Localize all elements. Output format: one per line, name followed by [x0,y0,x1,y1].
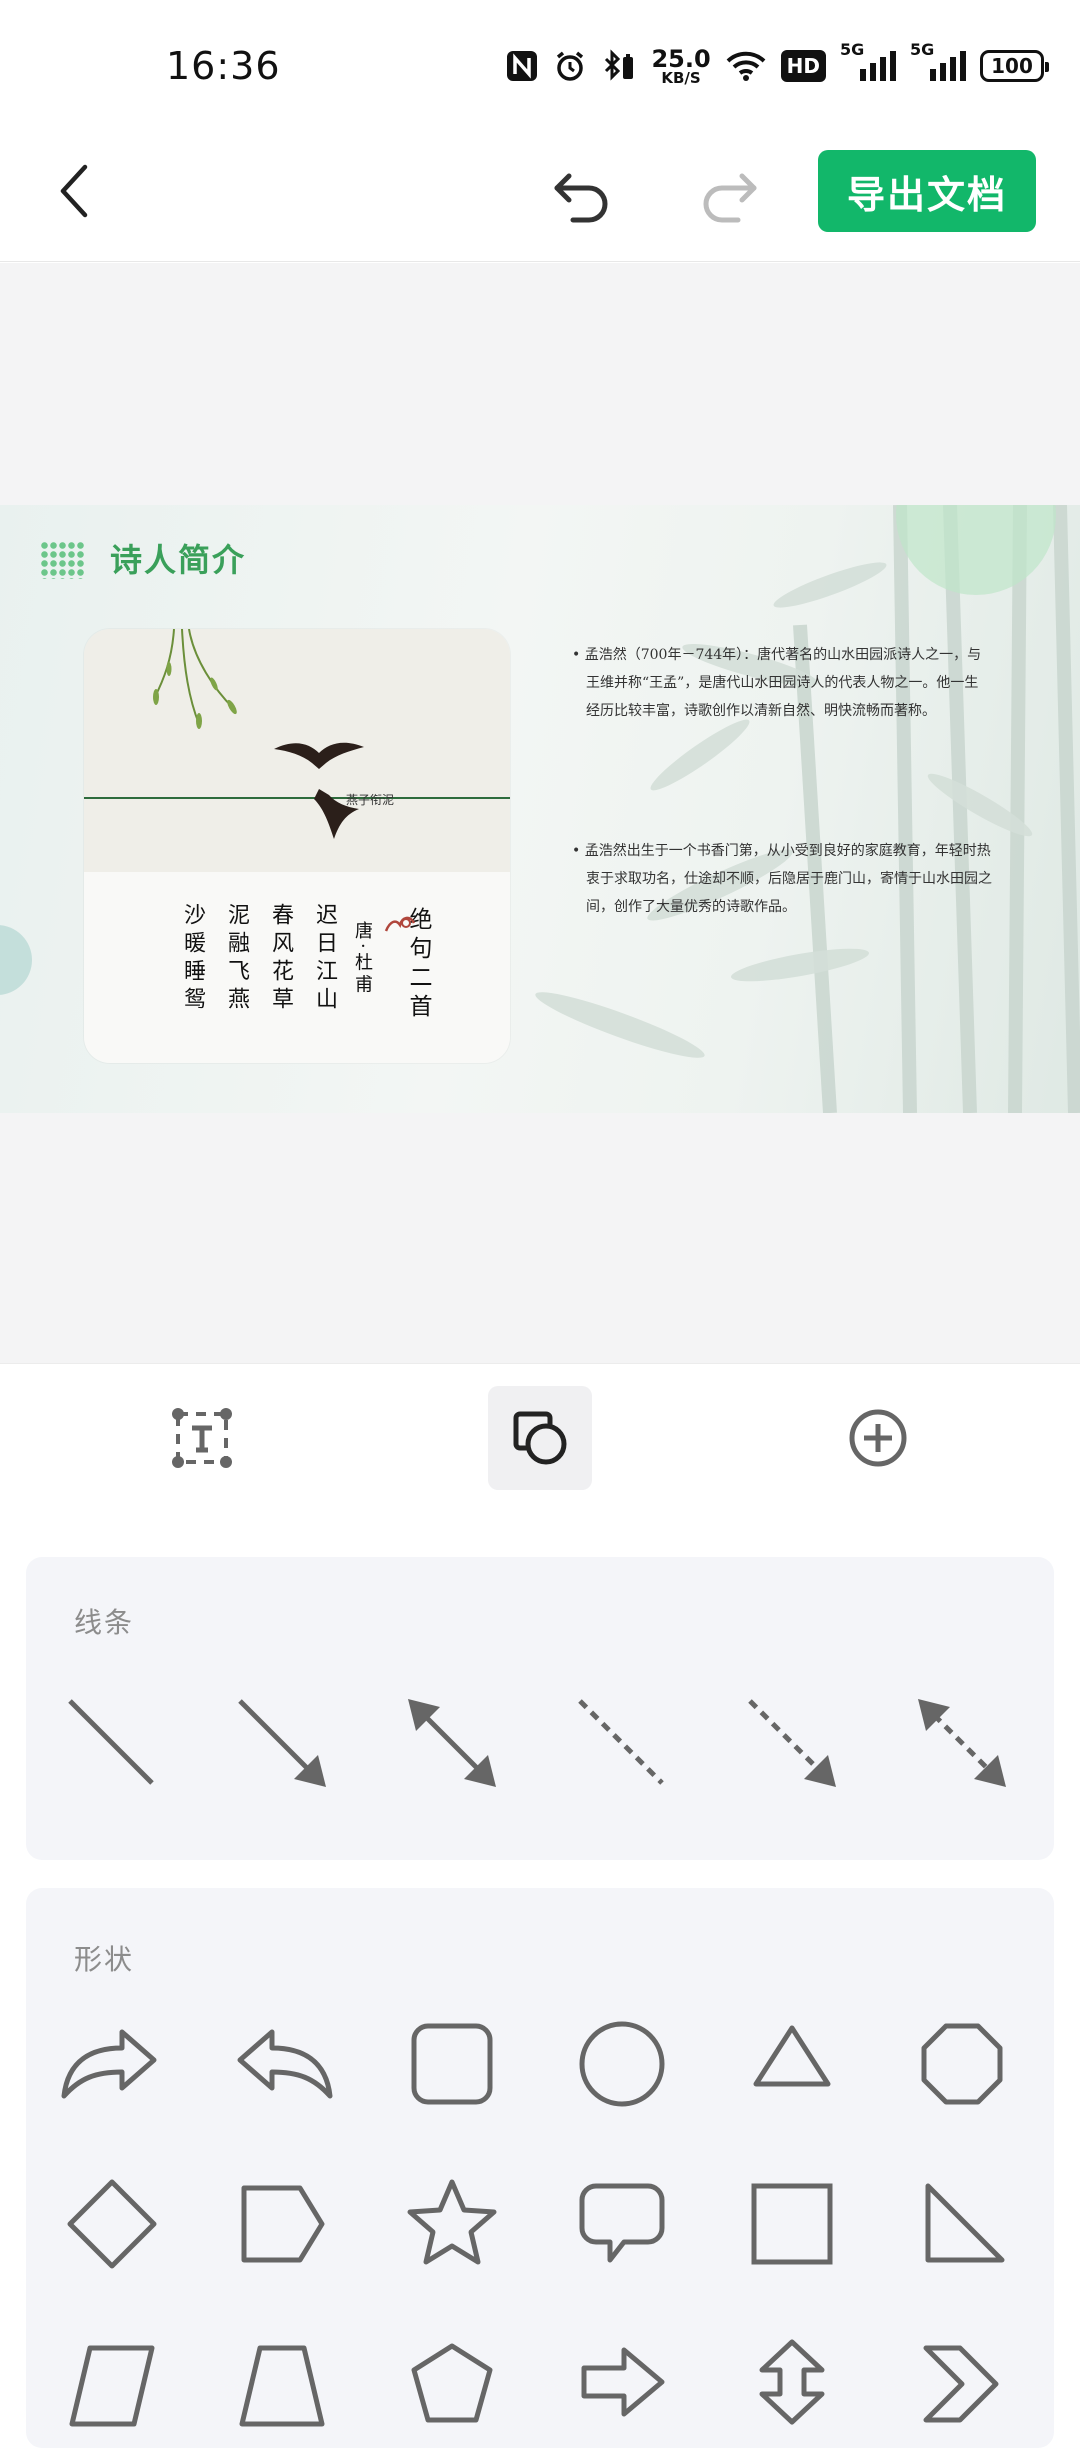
title-dot-grid [40,541,86,579]
right-triangle-icon [925,2183,1005,2263]
shape-tab[interactable] [488,1386,592,1490]
pentagon-shape[interactable] [392,2318,512,2438]
status-time: 16:36 [166,44,281,88]
status-icons: 25.0 KB/S HD 5G 5G 100 [505,40,1049,90]
back-arrow-icon [60,164,88,218]
editor-toolbar: 导出文档 [0,130,1080,262]
triangle-shape[interactable] [732,2004,852,2124]
circle-shape[interactable] [562,2004,682,2124]
up-down-arrow-icon [759,2339,825,2425]
bluetooth-battery-icon [601,49,637,83]
trapezoid-shape[interactable] [222,2318,342,2438]
shapes-panel: 形状 [26,1888,1054,2448]
speech-bubble-icon [579,2183,665,2263]
dashed-line-shape[interactable] [562,1683,682,1803]
text-box-icon [172,1408,232,1468]
undo-button[interactable] [545,156,621,232]
shapes-panel-title: 形状 [74,1943,135,1976]
willow-branch-image [153,629,237,729]
shape-icon [513,1411,567,1465]
net-speed-unit: KB/S [661,68,701,87]
text-box-tab[interactable] [150,1386,254,1490]
bio-bullet-2: 孟浩然出生于一个书香门第，从小受到良好的家庭教育，年轻时热衷于求取功名，仕途却不… [572,837,992,921]
square-shape[interactable] [732,2164,852,2284]
line-shape[interactable] [52,1683,172,1803]
curved-arrow-right-shape[interactable] [52,2004,172,2124]
dashed-arrow-line-icon [748,1699,836,1787]
dashed-arrow-line-shape[interactable] [732,1683,852,1803]
square-icon [751,2183,833,2265]
block-arrow-right-icon [581,2347,665,2417]
back-button[interactable] [40,156,110,226]
redo-button[interactable] [690,156,766,232]
signal-5g-1-label: 5G [840,40,865,59]
dashed-double-arrow-line-icon [918,1699,1006,1787]
nfc-icon [505,49,539,83]
diamond-icon [67,2179,157,2269]
trapezoid-icon [239,2345,325,2427]
slide-preview[interactable]: 诗人简介 燕子衔泥 沙暖睡鸳 泥融飞燕 春风花草 迟日江山 唐·杜甫 绝句二首 [0,505,1080,1113]
decor-dot [0,925,32,995]
signal-5g-2: 5G [910,40,966,86]
arrow-line-shape[interactable] [222,1683,342,1803]
wifi-icon [725,49,767,83]
star-icon [407,2179,497,2265]
curved-arrow-right-icon [61,2029,157,2099]
up-down-arrow-shape[interactable] [732,2318,852,2438]
arrow-line-icon [238,1699,326,1787]
pentagon-arrow-icon [241,2185,325,2263]
undo-icon [554,173,608,223]
dashed-double-arrow-line-shape[interactable] [902,1683,1022,1803]
add-circle-icon [849,1409,907,1467]
status-bar: 16:36 25.0 KB/S HD 5G 5G 100 [0,0,1080,130]
diamond-shape[interactable] [52,2164,172,2284]
add-tab[interactable] [826,1386,930,1490]
parallelogram-shape[interactable] [52,2318,172,2438]
dashed-line-icon [578,1699,664,1785]
rounded-rectangle-icon [411,2023,493,2105]
rounded-rectangle-shape[interactable] [392,2004,512,2124]
bio-bullet-1: 孟浩然（700年－744年）：唐代著名的山水田园派诗人之一，与王维并称“王孟”，… [572,641,992,725]
chevron-icon [923,2345,999,2423]
double-arrow-line-icon [408,1699,496,1787]
star-shape[interactable] [392,2164,512,2284]
chevron-shape[interactable] [902,2318,1022,2438]
slide-title[interactable]: 诗人简介 [110,535,246,581]
octagon-shape[interactable] [902,2004,1022,2124]
hd-badge: HD [780,50,826,82]
octagon-icon [921,2023,1003,2105]
pentagon-arrow-shape[interactable] [222,2164,342,2284]
cloud-seal-icon [384,916,416,932]
parallelogram-icon [69,2345,155,2427]
double-arrow-line-shape[interactable] [392,1683,512,1803]
battery-indicator: 100 [980,50,1049,82]
signal-5g-2-label: 5G [910,40,935,59]
slide-canvas[interactable]: 诗人简介 燕子衔泥 沙暖睡鸳 泥融飞燕 春风花草 迟日江山 唐·杜甫 绝句二首 [0,263,1080,1363]
curved-arrow-left-icon [237,2029,333,2099]
export-document-button[interactable]: 导出文档 [818,150,1036,232]
speech-bubble-shape[interactable] [562,2164,682,2284]
alarm-icon [553,49,587,83]
lines-panel-title: 线条 [74,1606,135,1639]
pentagon-icon [411,2343,493,2423]
net-speed-value: 25.0 [651,44,711,73]
swallow-caption: 燕子衔泥 [346,793,395,807]
triangle-icon [753,2025,831,2087]
poet-bio-text[interactable]: 孟浩然（700年－744年）：唐代著名的山水田园派诗人之一，与王维并称“王孟”，… [572,641,992,1033]
poem-title: 绝句二首 [346,907,490,1023]
insert-tabs [0,1363,1080,1513]
curved-arrow-left-shape[interactable] [222,2004,342,2124]
poem-card[interactable]: 燕子衔泥 沙暖睡鸳 泥融飞燕 春风花草 迟日江山 唐·杜甫 绝句二首 [84,629,510,1063]
net-speed: 25.0 KB/S [651,47,710,86]
block-arrow-right-shape[interactable] [562,2318,682,2438]
right-triangle-shape[interactable] [902,2164,1022,2284]
redo-icon [703,173,757,223]
circle-icon [579,2021,665,2107]
lines-panel: 线条 [26,1557,1054,1860]
signal-5g-1: 5G [840,40,896,86]
line-icon [68,1699,154,1785]
poem-text-block: 沙暖睡鸳 泥融飞燕 春风花草 迟日江山 唐·杜甫 绝句二首 [84,903,510,1063]
